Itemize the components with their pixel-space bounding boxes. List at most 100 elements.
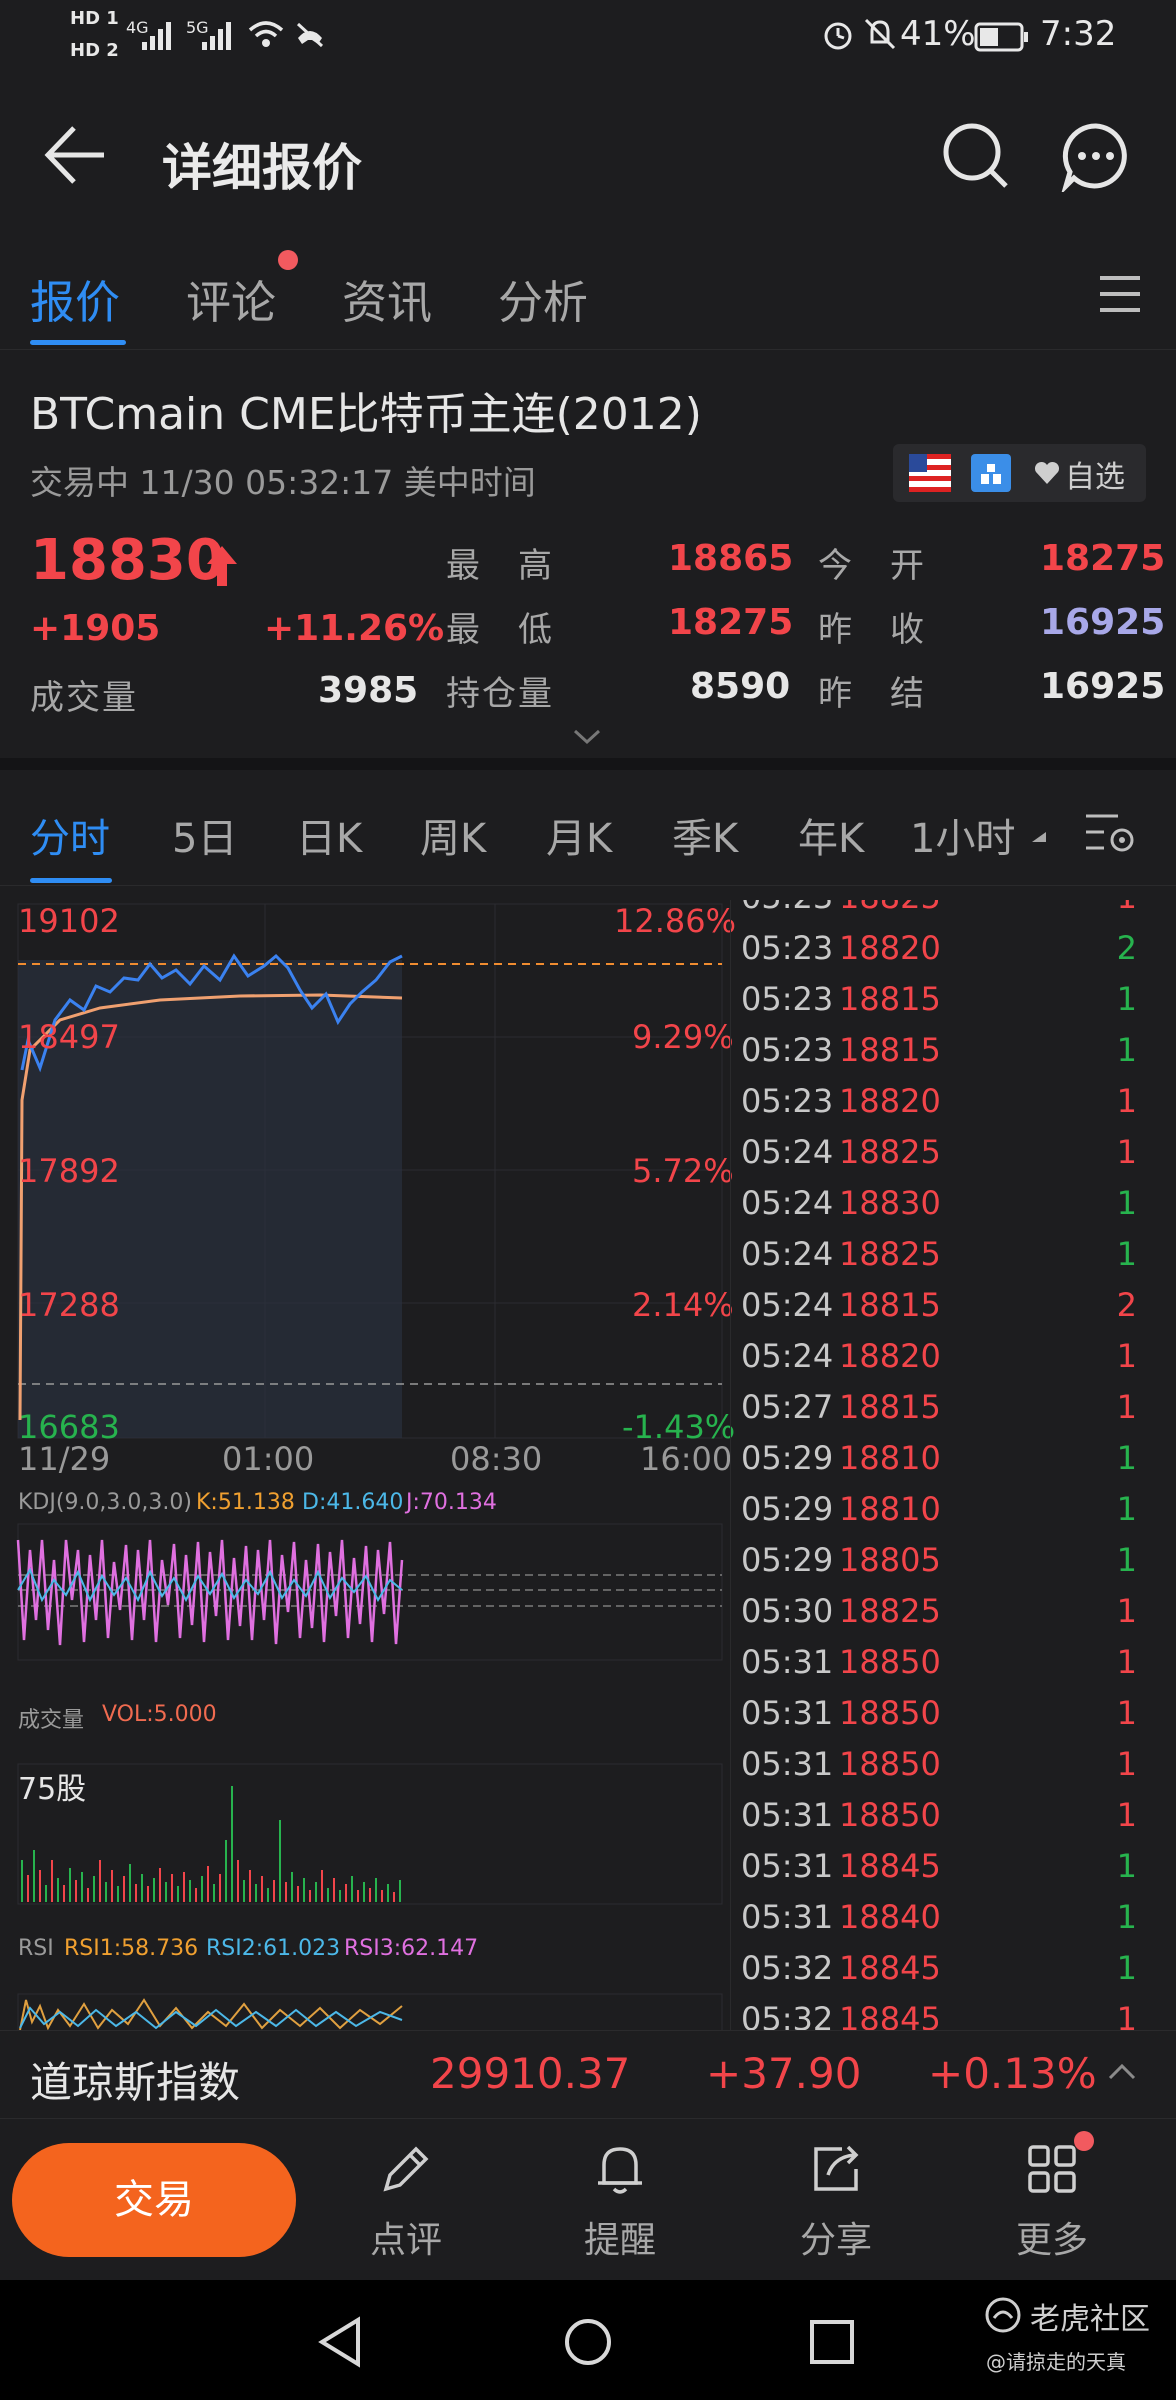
- tick-price: 18820: [839, 929, 941, 967]
- tick-time: 05:24: [741, 1235, 834, 1273]
- index-change-pct: +0.13%: [928, 2049, 1097, 2098]
- x-tick: 16:00: [640, 1440, 733, 1478]
- tick-time: 05:23: [741, 980, 834, 1018]
- chart-settings-icon[interactable]: [1084, 808, 1136, 856]
- back-arrow-icon[interactable]: [40, 120, 110, 190]
- period-tab-intraday[interactable]: 分时: [30, 806, 110, 864]
- section-tabs: 报价 评论 资讯 分析: [0, 240, 1176, 350]
- watchlist-label[interactable]: 自选: [1065, 452, 1125, 496]
- tick-volume: 1: [1116, 1745, 1137, 1783]
- instrument-name: BTCmain CME比特币主连(2012): [30, 389, 702, 440]
- tick-time: 05:31: [741, 1796, 834, 1834]
- tick-price: 18815: [839, 1031, 941, 1069]
- comment-action[interactable]: 点评: [346, 2139, 466, 2263]
- tab-comments[interactable]: 评论: [186, 266, 276, 331]
- chevron-down-icon[interactable]: [572, 728, 602, 746]
- tick-price: 18825: [839, 1592, 941, 1630]
- heart-icon[interactable]: [1033, 460, 1061, 486]
- period-tab-weekly[interactable]: 周K: [420, 806, 486, 864]
- trade-button[interactable]: 交易: [12, 2143, 296, 2257]
- index-change: +37.90: [706, 2049, 862, 2098]
- chevron-up-icon[interactable]: [1108, 2063, 1136, 2081]
- mute-notification-icon: [864, 18, 896, 50]
- prev-settle-label: 昨 结: [818, 674, 926, 714]
- tick-volume: 1: [1116, 1082, 1137, 1120]
- search-icon[interactable]: [940, 120, 1012, 192]
- volume-label: 成交量: [30, 678, 138, 718]
- menu-icon[interactable]: [1098, 272, 1142, 316]
- period-tab-quarterly[interactable]: 季K: [672, 806, 738, 864]
- tick-row: 05:24 18830 1: [731, 1184, 1176, 1235]
- hd2-label: HD 2: [70, 40, 119, 61]
- share-action[interactable]: 分享: [776, 2139, 896, 2263]
- tick-row: 05:23 18820 2: [731, 929, 1176, 980]
- back-nav-icon[interactable]: [316, 2316, 364, 2368]
- tick-price: 18850: [839, 1694, 941, 1732]
- up-arrow-icon: [207, 546, 237, 586]
- us-flag-icon: [909, 454, 951, 492]
- tick-price: 18850: [839, 1796, 941, 1834]
- alert-action[interactable]: 提醒: [560, 2139, 680, 2263]
- home-nav-icon[interactable]: [562, 2316, 614, 2368]
- kdj-j-value: J:70.134: [406, 1490, 497, 1515]
- y-tick-left: 17892: [18, 1152, 120, 1190]
- period-tab-monthly[interactable]: 月K: [546, 806, 612, 864]
- tick-row: 05:23 18815 1: [731, 1031, 1176, 1082]
- tick-volume: 1: [1116, 1949, 1137, 1987]
- call-muted-icon: [296, 22, 324, 48]
- tick-row: 05:31 18850 1: [731, 1796, 1176, 1847]
- tab-news[interactable]: 资讯: [342, 266, 432, 331]
- tick-volume: 1: [1116, 1847, 1137, 1885]
- tick-price: 18815: [839, 1388, 941, 1426]
- signal-strength-icon: [142, 22, 171, 50]
- tab-quote[interactable]: 报价: [30, 266, 120, 331]
- prev-settle-value: 16925: [1040, 666, 1166, 707]
- tab-analysis[interactable]: 分析: [498, 266, 588, 331]
- trading-status: 交易中 11/30 05:32:17 美中时间: [30, 463, 536, 502]
- tick-row: 05:31 18850 1: [731, 1694, 1176, 1745]
- watermark-brand: 老虎社区: [1030, 2302, 1150, 2337]
- page-title: 详细报价: [162, 139, 362, 197]
- rsi3-value: RSI3:62.147: [344, 1936, 479, 1961]
- period-tab-yearly[interactable]: 年K: [798, 806, 864, 864]
- high-value: 18865: [668, 538, 794, 579]
- intraday-chart[interactable]: 19102 18497 17892 17288 16683 12.86% 9.2…: [0, 900, 736, 2030]
- y-tick-left: 18497: [18, 1018, 120, 1056]
- tick-time: 05:31: [741, 1745, 834, 1783]
- tick-time: 05:32: [741, 2000, 834, 2030]
- tick-row: 05:29 18805 1: [731, 1541, 1176, 1592]
- open-interest-value: 8590: [690, 666, 791, 707]
- period-tab-daily[interactable]: 日K: [296, 806, 362, 864]
- tick-volume: 1: [1116, 1898, 1137, 1936]
- tick-volume: 1: [1116, 1031, 1137, 1069]
- tick-time: 05:24: [741, 1337, 834, 1375]
- dropdown-triangle-icon[interactable]: [1030, 830, 1048, 844]
- index-ticker-bar[interactable]: 道琼斯指数 29910.37 +37.90 +0.13%: [0, 2030, 1176, 2116]
- period-tab-1hour[interactable]: 1小时: [910, 806, 1015, 864]
- more-action[interactable]: 更多: [992, 2139, 1112, 2263]
- tick-row: 05:29 18810 1: [731, 1490, 1176, 1541]
- y-tick-right: 2.14%: [632, 1286, 734, 1324]
- tick-row: 05:29 18810 1: [731, 1439, 1176, 1490]
- more-chat-icon[interactable]: [1060, 120, 1132, 192]
- tick-row: 05:31 18840 1: [731, 1898, 1176, 1949]
- tick-list[interactable]: 05:2318825105:2318820205:2318815105:2318…: [730, 900, 1176, 2030]
- period-active-indicator: [30, 878, 112, 883]
- tick-volume: 1: [1116, 1796, 1137, 1834]
- kdj-k-value: K:51.138: [196, 1490, 295, 1515]
- recents-nav-icon[interactable]: [808, 2318, 856, 2366]
- y-tick-left: 17288: [18, 1286, 120, 1324]
- tick-time: 05:29: [741, 1541, 834, 1579]
- volume-panel-label: 成交量: [18, 1708, 85, 1733]
- exchange-icon: [971, 454, 1011, 492]
- y-tick-left: 19102: [18, 902, 120, 940]
- tick-volume: 2: [1116, 929, 1137, 967]
- tick-row: 05:23 18815 1: [731, 980, 1176, 1031]
- tick-time: 05:23: [741, 929, 834, 967]
- period-tab-5day[interactable]: 5日: [172, 806, 237, 864]
- tick-time: 05:30: [741, 1592, 834, 1630]
- tick-price: 18810: [839, 1439, 941, 1477]
- battery-percent: 41%: [900, 14, 976, 54]
- tick-time: 05:23: [741, 1082, 834, 1120]
- more-label: 更多: [1015, 2220, 1088, 2261]
